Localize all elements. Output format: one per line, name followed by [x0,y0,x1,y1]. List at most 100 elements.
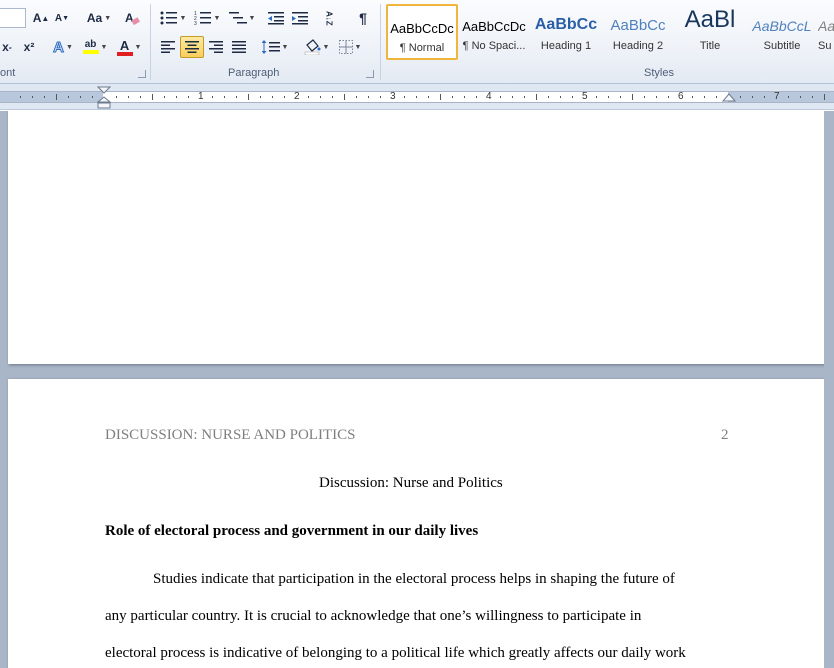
change-case-button[interactable]: Aa ▼ [85,8,113,28]
multilevel-list-button[interactable]: ▼ [227,8,257,28]
ruler-tick [236,96,237,98]
subscript-button[interactable]: x₂ [0,37,14,57]
ruler-tick [44,96,45,98]
ruler-number: 5 [582,91,588,102]
line-spacing-button[interactable]: ▼ [260,37,290,57]
style-name: ¶ Normal [399,42,445,54]
subscript-icon: x [2,40,9,54]
ruler-tick [80,96,81,98]
style-sample: AaBbCc [610,17,666,34]
style-normal[interactable]: AaBbCcDc ¶ Normal [386,4,458,60]
ruler-tick [536,94,537,100]
ruler-tick [56,94,57,100]
ruler-tick [164,96,165,98]
style-title[interactable]: AaBl Title [674,4,746,60]
font-group-label: ont [0,67,16,79]
show-marks-button[interactable]: ¶ [354,8,372,28]
ruler-tick [500,96,501,98]
ruler-tick [32,96,33,98]
clear-formatting-button[interactable]: A [123,8,141,28]
align-center-button[interactable] [180,36,204,58]
ruler-tick [800,96,801,98]
right-indent-marker-icon[interactable] [722,93,736,103]
ruler-tick [452,96,453,98]
ruler-number: 4 [486,91,492,102]
document-title[interactable]: Discussion: Nurse and Politics [319,475,503,492]
ruler-tick [512,96,513,98]
align-right-button[interactable] [206,37,226,57]
running-head[interactable]: DISCUSSION: NURSE AND POLITICS [105,427,355,444]
style-subtitle[interactable]: AaBbCcL Subtitle [746,4,818,60]
paragraph-dialog-launcher-icon[interactable] [366,70,374,78]
style-sample: AaBbCcL [752,18,812,34]
ruler-track: 1 2 3 4 5 6 7 [0,91,834,103]
text-effects-button[interactable]: A ▼ [50,37,76,57]
ruler-number: 1 [198,91,204,102]
ruler-tick [764,96,765,98]
line-spacing-icon [261,40,280,54]
ruler-tick [308,96,309,98]
ruler-tick [656,96,657,98]
style-subtle-emphasis[interactable]: AaBbCcL Su [818,4,834,60]
body-line[interactable]: any particular country. It is crucial to… [105,608,641,625]
ruler-tick [464,96,465,98]
ruler-tick [128,96,129,98]
style-sample: AaBbCcDc [390,21,454,36]
vertical-scroll-edge[interactable] [824,111,834,668]
ruler-tick [812,96,813,98]
horizontal-ruler[interactable]: 1 2 3 4 5 6 7 [0,84,834,110]
bullets-icon [160,11,177,25]
align-right-icon [209,41,223,53]
ruler-tick [560,96,561,98]
bullets-button[interactable]: ▼ [158,8,188,28]
document-area[interactable]: DISCUSSION: NURSE AND POLITICS 2 Discuss… [0,111,834,668]
ruler-tick [752,96,753,98]
borders-button[interactable]: ▼ [336,37,364,57]
change-case-icon: Aa [86,11,103,25]
font-dialog-launcher-icon[interactable] [138,70,146,78]
ruler-tick [380,96,381,98]
group-divider [380,4,381,80]
font-color-button[interactable]: A ▼ [114,37,144,57]
superscript-button[interactable]: x² [20,37,38,57]
body-line[interactable]: electoral process is indicative of belon… [105,645,686,662]
ruler-tick [320,96,321,98]
sort-button[interactable]: A↓Z [318,8,340,28]
ruler-tick [332,96,333,98]
align-center-icon [185,41,199,53]
shading-button[interactable]: ▼ [301,37,331,57]
superscript-icon: x² [23,40,35,54]
pilcrow-icon: ¶ [359,10,367,26]
highlight-button[interactable]: ab ▼ [80,37,110,57]
page-2[interactable]: DISCUSSION: NURSE AND POLITICS 2 Discuss… [8,379,825,668]
section-heading[interactable]: Role of electoral process and government… [105,523,478,540]
ruler-tick [284,96,285,98]
indent-markers-icon[interactable] [97,86,111,110]
style-heading-2[interactable]: AaBbCc Heading 2 [602,4,674,60]
align-left-button[interactable] [158,37,178,57]
increase-indent-button[interactable] [290,8,310,28]
body-line[interactable]: Studies indicate that participation in t… [153,571,675,588]
ruler-tick [428,96,429,98]
justify-button[interactable] [229,37,249,57]
ruler-tick [416,96,417,98]
ruler-left-margin [0,92,103,102]
ruler-tick [668,96,669,98]
page-number[interactable]: 2 [721,427,729,444]
grow-font-button[interactable]: A ▲ [32,8,50,28]
shrink-font-button[interactable]: A ▼ [54,8,70,28]
decrease-indent-button[interactable] [266,8,286,28]
ruler-tick [716,96,717,98]
style-sample: AaBbCcL [818,18,834,34]
numbering-button[interactable]: 1 2 3 ▼ [192,8,222,28]
font-size-box[interactable] [0,8,26,28]
ruler-number: 7 [774,91,780,102]
style-heading-1[interactable]: AaBbCc Heading 1 [530,4,602,60]
style-sample: AaBbCcDc [462,19,526,34]
style-no-spacing[interactable]: AaBbCcDc ¶ No Spaci... [458,4,530,60]
page-1[interactable] [8,111,825,364]
align-left-icon [161,41,175,53]
style-name: Subtitle [763,40,801,52]
paragraph-group-label: Paragraph [228,67,280,79]
ruler-tick [476,96,477,98]
